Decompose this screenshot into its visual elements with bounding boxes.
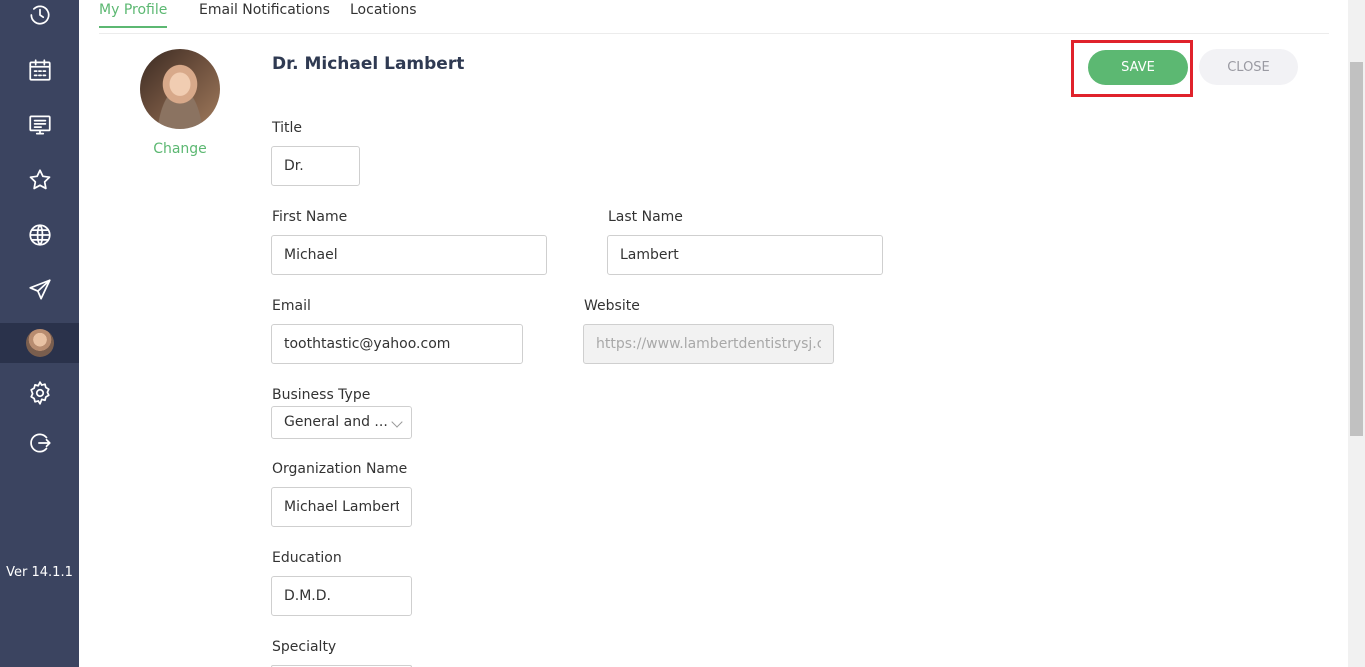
scrollbar-thumb[interactable]: [1350, 62, 1363, 436]
specialty-label: Specialty: [272, 639, 337, 655]
organization-name-label: Organization Name: [272, 461, 408, 477]
organization-name-field[interactable]: [271, 487, 412, 527]
first-name-label: First Name: [272, 209, 348, 225]
change-photo-link[interactable]: Change: [140, 141, 220, 157]
profile-photo: [140, 49, 220, 129]
profile-nav-item[interactable]: [0, 323, 79, 363]
profile-tabs: My Profile Email Notifications Locations: [99, 0, 1329, 34]
website-field: [583, 324, 834, 364]
globe-icon[interactable]: [0, 215, 79, 255]
tab-my-profile[interactable]: My Profile: [99, 2, 168, 28]
website-label: Website: [584, 298, 640, 314]
star-icon[interactable]: [0, 160, 79, 200]
education-label: Education: [272, 550, 342, 566]
business-type-label: Business Type: [272, 387, 371, 403]
first-name-field[interactable]: [271, 235, 547, 275]
education-field[interactable]: [271, 576, 412, 616]
last-name-label: Last Name: [608, 209, 683, 225]
send-icon[interactable]: [0, 270, 79, 310]
save-highlight-box: [1071, 40, 1193, 97]
title-field[interactable]: [271, 146, 360, 186]
tab-email-notifications[interactable]: Email Notifications: [199, 2, 330, 26]
avatar: [25, 329, 54, 357]
history-icon[interactable]: [0, 0, 79, 35]
page-title: Dr. Michael Lambert: [272, 54, 465, 74]
close-button[interactable]: CLOSE: [1199, 49, 1298, 85]
business-type-value: General and ...: [284, 414, 388, 430]
chevron-down-icon: [391, 416, 403, 428]
last-name-field[interactable]: [607, 235, 883, 275]
email-label: Email: [272, 298, 311, 314]
sidebar: Ver 14.1.1: [0, 0, 79, 667]
title-label: Title: [272, 120, 303, 136]
version-label: Ver 14.1.1: [6, 565, 73, 580]
email-field[interactable]: [271, 324, 523, 364]
presentation-icon[interactable]: [0, 105, 79, 145]
business-type-select[interactable]: General and ...: [271, 406, 412, 439]
calendar-icon[interactable]: [0, 50, 79, 90]
logout-icon[interactable]: [0, 423, 79, 463]
gear-icon[interactable]: [0, 373, 79, 413]
tab-locations[interactable]: Locations: [350, 2, 417, 26]
scrollbar[interactable]: [1348, 0, 1365, 667]
